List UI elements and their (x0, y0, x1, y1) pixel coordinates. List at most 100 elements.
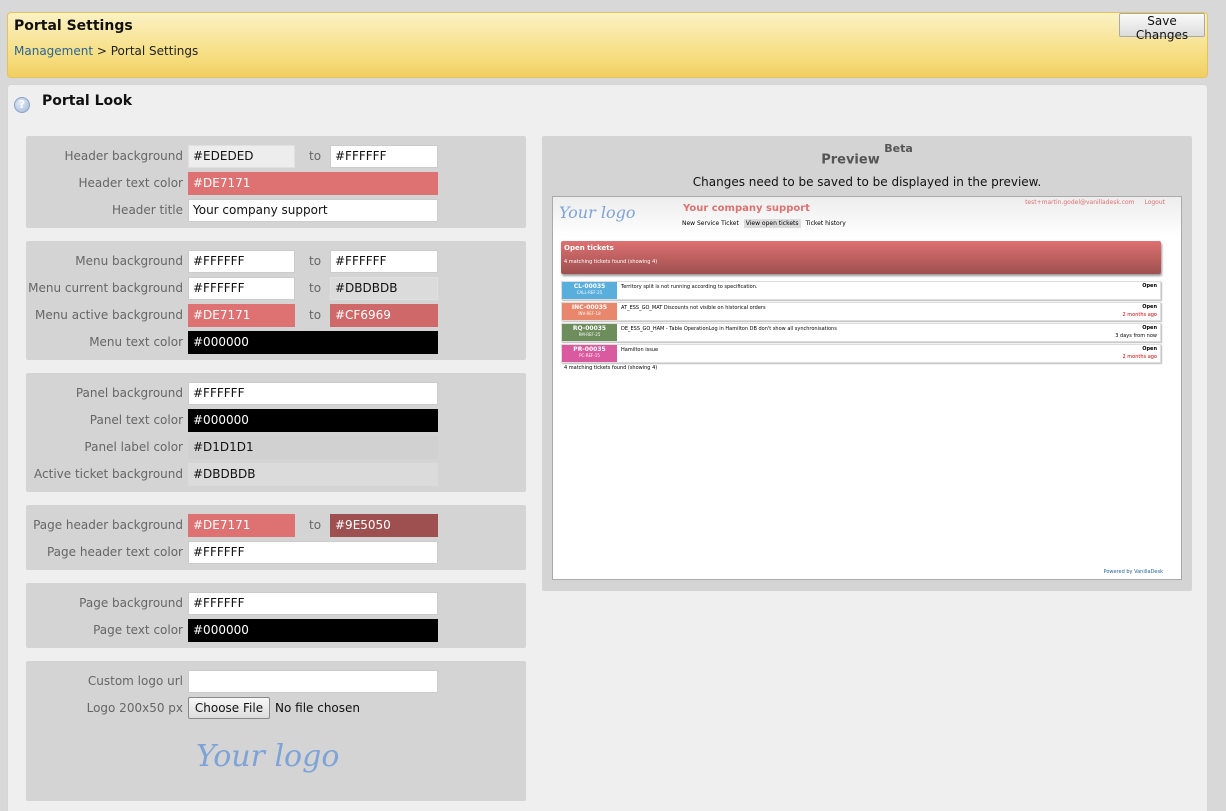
to-label: to (309, 281, 322, 295)
preview-logout-link: Logout (1144, 199, 1165, 206)
page-header-background-from-input[interactable]: #DE7171 (188, 514, 295, 537)
preview-title: Preview Beta (542, 142, 1192, 168)
preview-ticket-subject: DE_ESS_GO_HAM - Table OperationLog in Ha… (621, 326, 837, 332)
breadcrumb-current: Portal Settings (110, 44, 199, 58)
preview-ticket-status: Open (1142, 346, 1157, 352)
preview-ticket-row: CL-00035 CALL-REF-25 Territory split is … (561, 281, 1161, 300)
preview-ticket-status: Open (1142, 283, 1157, 289)
menu-current-background-row: Menu current background #FFFFFF to #DBDB… (26, 277, 526, 300)
menu-current-background-from-input[interactable]: #FFFFFF (188, 277, 295, 300)
panel-text-color-row: Panel text color #000000 (26, 409, 526, 432)
custom-logo-url-label: Custom logo url (87, 674, 183, 688)
preview-menu: New Service Ticket View open tickets Tic… (680, 219, 849, 228)
preview-ticket-row: RQ-00035 RM-REF-25 DE_ESS_GO_HAM - Table… (561, 323, 1161, 342)
page-header-background-row: Page header background #DE7171 to #9E505… (26, 514, 526, 537)
preview-ticket-subject: Territory split is not running according… (621, 284, 758, 290)
portal-look-panel: ? Portal Look Header background #EDEDED … (7, 84, 1208, 811)
preview-ticket-status: Open (1142, 304, 1157, 310)
active-ticket-background-label: Active ticket background (34, 467, 183, 481)
preview-ticket-when: 2 months ago (1122, 312, 1158, 318)
breadcrumb: Management > Portal Settings (14, 44, 198, 58)
save-changes-button[interactable]: Save Changes (1119, 13, 1205, 42)
menu-active-background-from-input[interactable]: #DE7171 (188, 304, 295, 327)
header-settings-group: Header background #EDEDED to #FFFFFF Hea… (26, 136, 526, 228)
header-title-input[interactable]: Your company support (188, 199, 438, 222)
preview-ticket-subject: Hamilton issue (621, 347, 659, 353)
preview-ticket-when: 2 months ago (1122, 354, 1158, 360)
preview-ticket-id: PR-00035 (573, 346, 606, 353)
preview-ticket-row: INC-00035 INV-REF-18 AT_ESS_GO_MAT Disco… (561, 302, 1161, 321)
active-ticket-background-input[interactable]: #DBDBDB (188, 463, 438, 486)
header-background-from-input[interactable]: #EDEDED (188, 145, 295, 168)
logo-preview-image: Your logo (196, 739, 340, 774)
menu-text-color-input[interactable]: #000000 (188, 331, 438, 354)
menu-current-background-to-input[interactable]: #DBDBDB (330, 277, 438, 300)
menu-active-background-label: Menu active background (34, 308, 183, 322)
preview-ticket-row: PR-00035 PC-REF-15 Hamilton issue Open 2… (561, 344, 1161, 363)
panel-settings-group: Panel background #FFFFFF Panel text colo… (26, 373, 526, 492)
preview-ticket-subject: AT_ESS_GO_MAT Discounts not visible on h… (621, 305, 766, 311)
logo-settings-group: Custom logo url Logo 200x50 px Choose Fi… (26, 661, 526, 801)
choose-file-button[interactable]: Choose File (188, 697, 270, 719)
header-text-color-input[interactable]: #DE7171 (188, 172, 438, 195)
preview-panel: Preview Beta Changes need to be saved to… (542, 136, 1192, 591)
preview-ticket-id: INC-00035 (571, 304, 608, 311)
help-icon[interactable]: ? (14, 97, 30, 113)
preview-menu-item: Ticket history (805, 220, 846, 227)
header-background-to-input[interactable]: #FFFFFF (330, 145, 438, 168)
page-text-color-label: Page text color (93, 623, 183, 637)
menu-background-to-input[interactable]: #FFFFFF (330, 250, 438, 273)
custom-logo-url-input[interactable] (188, 670, 438, 693)
menu-background-label: Menu background (75, 254, 183, 268)
panel-label-color-input[interactable]: #D1D1D1 (188, 436, 438, 459)
to-label: to (309, 518, 322, 532)
header-background-row: Header background #EDEDED to #FFFFFF (26, 145, 526, 168)
preview-frame: Your logo Your company support test+mart… (552, 196, 1182, 580)
preview-note: Changes need to be saved to be displayed… (692, 175, 1042, 189)
header-title-row: Header title Your company support (26, 199, 526, 222)
menu-background-from-input[interactable]: #FFFFFF (188, 250, 295, 273)
page-text-color-row: Page text color #000000 (26, 619, 526, 642)
preview-user-email: test+martin.godel@vanilladesk.com (1025, 199, 1135, 206)
page-title: Portal Settings (14, 18, 133, 34)
page-background-input[interactable]: #FFFFFF (188, 592, 438, 615)
menu-text-color-row: Menu text color #000000 (26, 331, 526, 354)
panel-text-color-input[interactable]: #000000 (188, 409, 438, 432)
preview-ticket-when: 3 days from now (1115, 333, 1157, 339)
preview-ticket-id-box: RQ-00035 RM-REF-25 (562, 324, 617, 341)
panel-background-input[interactable]: #FFFFFF (188, 382, 438, 405)
to-label: to (309, 149, 322, 163)
preview-panel-title: Open tickets (564, 244, 614, 252)
preview-footer-count: 4 matching tickets found (showing 4) (564, 365, 658, 371)
preview-user-links: test+martin.godel@vanilladesk.com Logout (1017, 199, 1165, 206)
page-header-text-color-input[interactable]: #FFFFFF (188, 541, 438, 564)
page-text-color-input[interactable]: #000000 (188, 619, 438, 642)
menu-active-background-to-input[interactable]: #CF6969 (330, 304, 438, 327)
preview-company-title: Your company support (683, 203, 810, 214)
preview-ticket-ref: CALL-REF-25 (576, 290, 603, 295)
menu-background-row: Menu background #FFFFFF to #FFFFFF (26, 250, 526, 273)
breadcrumb-management-link[interactable]: Management (14, 44, 93, 58)
to-label: to (309, 308, 322, 322)
page-header-background-to-input[interactable]: #9E5050 (330, 514, 438, 537)
preview-beta-label: Beta (884, 142, 913, 155)
panel-text-color-label: Panel text color (89, 413, 183, 427)
page-header: Portal Settings Management > Portal Sett… (7, 12, 1208, 78)
page-header-text-color-row: Page header text color #FFFFFF (26, 541, 526, 564)
logo-upload-row: Logo 200x50 px Choose File No file chose… (26, 697, 526, 720)
section-title: Portal Look (42, 93, 133, 109)
panel-label-color-row: Panel label color #D1D1D1 (26, 436, 526, 459)
header-title-label: Header title (112, 203, 183, 217)
page-scrollbar[interactable] (1210, 82, 1226, 811)
menu-current-background-label: Menu current background (28, 281, 183, 295)
preview-title-text: Preview (821, 152, 880, 168)
file-status-text: No file chosen (275, 701, 361, 715)
header-text-color-row: Header text color #DE7171 (26, 172, 526, 195)
page-settings-group: Page background #FFFFFF Page text color … (26, 583, 526, 648)
header-text-color-label: Header text color (78, 176, 183, 190)
preview-ticket-id-box: INC-00035 INV-REF-18 (562, 303, 617, 320)
menu-text-color-label: Menu text color (89, 335, 183, 349)
to-label: to (309, 254, 322, 268)
active-ticket-background-row: Active ticket background #DBDBDB (26, 463, 526, 486)
panel-label-color-label: Panel label color (84, 440, 183, 454)
